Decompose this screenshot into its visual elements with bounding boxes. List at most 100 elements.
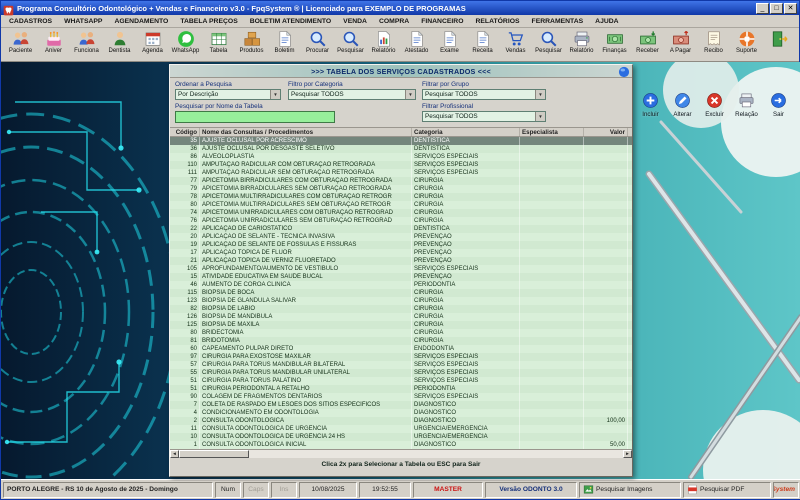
horizontal-scrollbar[interactable]: ◄ ► [170, 449, 632, 458]
table-row[interactable]: 21APLICAÇÃO TOPICA DE VERNIZ FLUORETADOP… [170, 257, 632, 265]
menu-item-ferramentas[interactable]: FERRAMENTAS [526, 18, 590, 25]
toolbar-button-pesquisar[interactable]: Pesquisar [334, 29, 367, 55]
toolbar-button-pesquisar[interactable]: Pesquisar [532, 29, 565, 55]
incluir-button[interactable]: Incluir [638, 92, 663, 118]
table-row[interactable]: 2CONSULTA ODONTOLOGICADIAGNÓSTICO100,00 [170, 417, 632, 425]
table-row[interactable]: 10CONSULTA ODONTOLOGICA DE URGÊNCIA 24 H… [170, 433, 632, 441]
toolbar-button-produtos[interactable]: Produtos [235, 29, 268, 55]
menu-item-relat-rios[interactable]: RELATÓRIOS [469, 18, 525, 25]
table-row[interactable]: 90COLAGEM DE FRAGMENTOS DENTARIOSSERVIÇO… [170, 393, 632, 401]
search-pdf-button[interactable]: Pesquisar PDF [683, 482, 771, 498]
toolbar-button-receita[interactable]: Receita [466, 29, 499, 55]
toolbar-button-paciente[interactable]: Paciente [4, 29, 37, 55]
table-row[interactable]: 123BIOPSIA DE GLANDULA SALIVARCIRURGIA [170, 297, 632, 305]
toolbar-button-agenda[interactable]: Agenda [136, 29, 169, 55]
table-row[interactable]: 86ALVEOLOPLASTIASERVIÇOS ESPECIAIS [170, 153, 632, 161]
profissional-select[interactable]: Pesquisar TODOS ▼ [422, 111, 546, 122]
column-header[interactable]: Código [170, 128, 200, 136]
table-row[interactable]: 51CIRURGIA PERIODONTAL A RETALHOPERIODON… [170, 385, 632, 393]
toolbar-button-a-pagar[interactable]: A Pagar [664, 29, 697, 55]
table-row[interactable]: 79APICETOMIA BIRRADICULARES SEM OBTURAÇÃ… [170, 185, 632, 193]
table-name-search-input[interactable] [175, 111, 335, 123]
toolbar-button-relat-rio[interactable]: Relatório [565, 29, 598, 55]
table-row[interactable]: 57CIRURGIA PARA TORUS MANDIBULAR BILATER… [170, 361, 632, 369]
toolbar-button-dentista[interactable]: Dentista [103, 29, 136, 55]
table-row[interactable]: 78APICETOMIA MULTIRRADICULARES COM OBTUR… [170, 193, 632, 201]
toolbar-button-whatsapp[interactable]: WhatsApp [169, 29, 202, 55]
menu-item-tabela-pre-os[interactable]: TABELA PREÇOS [174, 18, 243, 25]
close-button[interactable]: ✕ [784, 3, 797, 14]
table-row[interactable]: 76APICETOMIA UNIRRADICULARES SEM OBTURAÇ… [170, 217, 632, 225]
minimize-button[interactable]: _ [756, 3, 769, 14]
toolbar-button-procurar[interactable]: Procurar [301, 29, 334, 55]
toolbar-button-atestado[interactable]: Atestado [400, 29, 433, 55]
menu-item-compra[interactable]: COMPRA [373, 18, 415, 25]
maximize-button[interactable]: □ [770, 3, 783, 14]
table-row[interactable]: 97CIRURGIA PARA EXOSTOSE MAXILARSERVIÇOS… [170, 353, 632, 361]
toolbar-button-relat-rio[interactable]: Relatório [367, 29, 400, 55]
toolbar-button-receber[interactable]: Receber [631, 29, 664, 55]
table-row[interactable]: 20APLICAÇÃO DE SELANTE - TECNICA INVASIV… [170, 233, 632, 241]
column-header[interactable]: Valor [584, 128, 628, 136]
table-row[interactable]: 17APLICAÇÃO TOPICA DE FLUORPREVENÇÃO [170, 249, 632, 257]
menu-item-venda[interactable]: VENDA [337, 18, 373, 25]
toolbar-button-tabela[interactable]: Tabela [202, 29, 235, 55]
sair-button[interactable]: Sair [766, 92, 791, 118]
scroll-thumb[interactable] [179, 450, 249, 458]
table-row[interactable]: 46AUMENTO DE COROA CLINICAPERIODONTIA [170, 281, 632, 289]
chevron-down-icon[interactable]: ▼ [405, 90, 415, 99]
table-row[interactable]: 55CIRURGIA PARA TORUS MANDIBULAR UNILATE… [170, 369, 632, 377]
table-row[interactable]: 35AJUSTE OCLUSAL POR ACRESCIMODENTISTICA [170, 137, 632, 145]
info-sphere-icon[interactable] [618, 65, 630, 77]
menu-item-agendamento[interactable]: AGENDAMENTO [108, 18, 174, 25]
menu-item-financeiro[interactable]: FINANCEIRO [415, 18, 469, 25]
table-row[interactable]: 11CONSULTA ODONTOLOGICA DE URGÊNCIAURGÊN… [170, 425, 632, 433]
categoria-select[interactable]: Pesquisar TODOS ▼ [288, 89, 416, 100]
table-row[interactable]: 77APICETOMIA BIRRADICULARES COM OBTURAÇÃ… [170, 177, 632, 185]
menu-item-cadastros[interactable]: CADASTROS [3, 18, 58, 25]
table-row[interactable]: 1CONSULTA ODONTOLOGICA INICIALDIAGNÓSTIC… [170, 441, 632, 449]
ordenar-select[interactable]: Por Descrição ▼ [175, 89, 281, 100]
chevron-down-icon[interactable]: ▼ [535, 112, 545, 121]
toolbar-button-boletim[interactable]: Boletim [268, 29, 301, 55]
scroll-right-icon[interactable]: ► [623, 450, 632, 458]
toolbar-button-recibo[interactable]: Recibo [697, 29, 730, 55]
table-row[interactable]: 80APICETOMIA MULTIRRADICULARES SEM OBTUR… [170, 201, 632, 209]
toolbar-button-suporte[interactable]: Suporte [730, 29, 763, 55]
table-row[interactable]: 125BIOPSIA DE MAXILACIRURGIA [170, 321, 632, 329]
toolbar-button-finan-as[interactable]: Finanças [598, 29, 631, 55]
table-row[interactable]: 15ATIVIDADE EDUCATIVA EM SAUDE BUCALPREV… [170, 273, 632, 281]
relacao-button[interactable]: Relação [734, 92, 759, 118]
column-header[interactable]: Nome das Consultas / Procedimentos [200, 128, 412, 136]
table-row[interactable]: 110AMPUTAÇÃO RADICULAR COM OBTURAÇÃO RET… [170, 161, 632, 169]
table-row[interactable]: 105APROFUNDAMENTO/AUMENTO DE VESTIBULOSE… [170, 265, 632, 273]
toolbar-button-exame[interactable]: Exame [433, 29, 466, 55]
menu-item-boletim-atendimento[interactable]: BOLETIM ATENDIMENTO [244, 18, 337, 25]
grupo-select[interactable]: Pesquisar TODOS ▼ [422, 89, 546, 100]
table-row[interactable]: 82BIOPSIA DE LABIOCIRURGIA [170, 305, 632, 313]
chevron-down-icon[interactable]: ▼ [270, 90, 280, 99]
table-row[interactable]: 22APLICAÇÃO DE CARIOSTATICODENTISTICA [170, 225, 632, 233]
table-row[interactable]: 74APICETOMIA UNIRRADICULARES COM OBTURAÇ… [170, 209, 632, 217]
scroll-left-icon[interactable]: ◄ [170, 450, 179, 458]
table-row[interactable]: 19APLICAÇÃO DE SELANTE DE FOSSULAS E FIS… [170, 241, 632, 249]
table-row[interactable]: 81BRIDOTOMIACIRURGIA [170, 337, 632, 345]
table-row[interactable]: 111AMPUTAÇÃO RADICULAR SEM OBTURAÇÃO RET… [170, 169, 632, 177]
table-row[interactable]: 4CONDICIONAMENTO EM ODONTOLOGIADIAGNÓSTI… [170, 409, 632, 417]
table-row[interactable]: 7COLETA DE RASPADO EM LESÕES DOS SITIOS … [170, 401, 632, 409]
search-images-button[interactable]: Pesquisar Imagens [579, 482, 681, 498]
scroll-track[interactable] [179, 450, 623, 458]
column-header[interactable]: Categoria [412, 128, 520, 136]
table-row[interactable]: 60CAPEAMENTO PULPAR DIRETOENDODONTIA [170, 345, 632, 353]
toolbar-button-funciona[interactable]: Funciona [70, 29, 103, 55]
toolbar-button-vendas[interactable]: Vendas [499, 29, 532, 55]
table-row[interactable]: 126BIOPSIA DE MANDIBULACIRURGIA [170, 313, 632, 321]
chevron-down-icon[interactable]: ▼ [535, 90, 545, 99]
table-row[interactable]: 51CIRURGIA PARA TORUS PALATINOSERVIÇOS E… [170, 377, 632, 385]
menu-item-ajuda[interactable]: AJUDA [589, 18, 624, 25]
menu-item-whatsapp[interactable]: WHATSAPP [58, 18, 108, 25]
excluir-button[interactable]: Excluir [702, 92, 727, 118]
table-row[interactable]: 80BRIDECTOMIACIRURGIA [170, 329, 632, 337]
toolbar-button-aniver[interactable]: Aniver [37, 29, 70, 55]
toolbar-button-sair[interactable] [763, 29, 796, 48]
